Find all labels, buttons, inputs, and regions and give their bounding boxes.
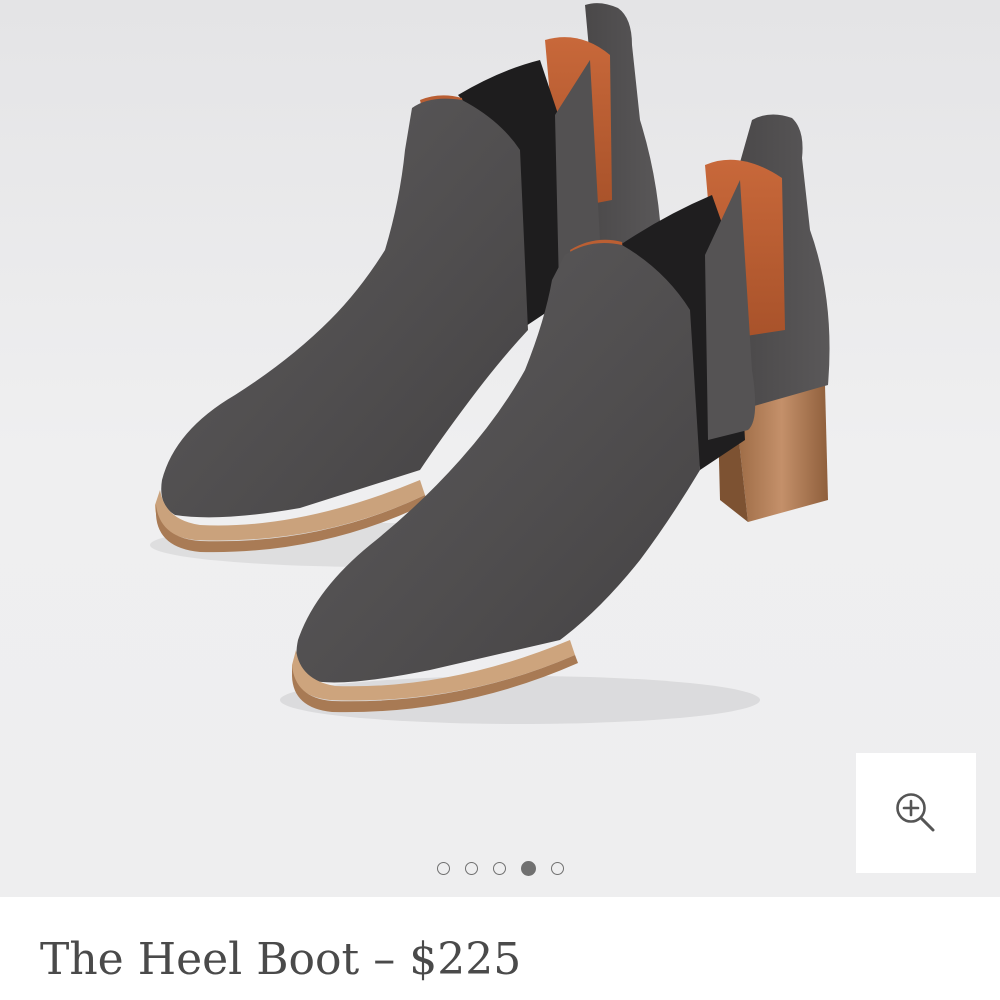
carousel-dot[interactable] [464,861,478,875]
title-separator: – [373,934,396,985]
carousel-dot-active[interactable] [520,860,536,876]
carousel-dot[interactable] [492,861,506,875]
carousel-dot[interactable] [436,861,450,875]
product-title: The Heel Boot – $225 [40,932,521,988]
zoom-button[interactable] [856,753,976,873]
product-name: The Heel Boot [40,934,360,985]
carousel-pagination [0,858,1000,878]
product-price: $225 [409,934,522,985]
zoom-in-icon [896,793,935,832]
product-gallery[interactable] [0,0,1000,897]
product-image[interactable] [0,0,1000,897]
product-page: The Heel Boot – $225 [0,0,1000,1000]
carousel-dot[interactable] [550,861,564,875]
